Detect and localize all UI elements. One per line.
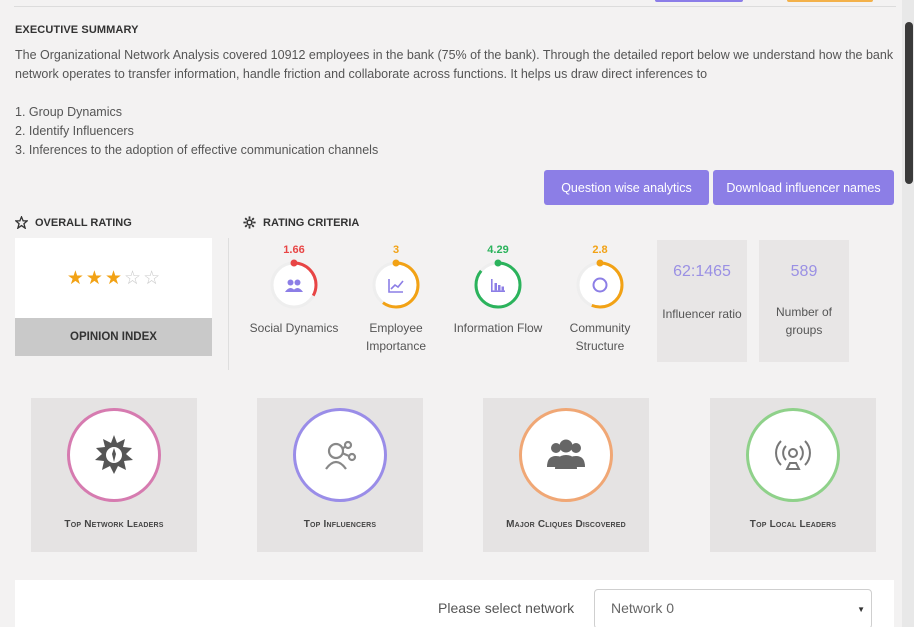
scrollbar-thumb[interactable] xyxy=(905,22,913,184)
card-label: Major Cliques Discovered xyxy=(506,519,626,530)
overall-rating-heading: OVERALL RATING xyxy=(15,216,132,229)
criteria-value: 2.8 xyxy=(592,244,608,256)
influencer-ratio-stat: 62:1465 Influencer ratio xyxy=(657,240,747,362)
badge-icon xyxy=(95,435,133,474)
top-button-edge-orange[interactable] xyxy=(787,0,873,2)
download-influencer-names-button[interactable]: Download influencer names xyxy=(713,170,894,205)
criteria-community-structure[interactable]: 2.8 Community Structure xyxy=(548,243,652,355)
card-icon-circle xyxy=(67,408,161,502)
executive-summary-list: 1. Group Dynamics 2. Identify Influencer… xyxy=(15,103,378,160)
network-select-value: Network 0 xyxy=(611,600,675,616)
influencer-icon xyxy=(325,440,357,470)
overall-rating-title: OVERALL RATING xyxy=(35,216,132,229)
criteria-gauge xyxy=(472,259,524,311)
card-label: Top Influencers xyxy=(303,519,377,530)
criteria-employee-importance[interactable]: 3 Employee Importance xyxy=(344,243,448,355)
criteria-label: Employee Importance xyxy=(365,321,427,353)
network-select-label: Please select network xyxy=(438,600,575,616)
card-icon-circle xyxy=(293,408,387,502)
criteria-value: 4.29 xyxy=(487,244,509,256)
section-divider xyxy=(228,238,229,370)
star-empty-icon: ☆ xyxy=(124,267,142,289)
card-major-cliques[interactable]: Major Cliques Discovered xyxy=(483,398,649,552)
rating-criteria-title: RATING CRITERIA xyxy=(263,216,360,229)
card-icon-circle xyxy=(519,408,613,502)
top-button-edge-purple[interactable] xyxy=(655,0,743,2)
executive-summary-text: The Organizational Network Analysis cove… xyxy=(15,48,894,81)
question-wise-analytics-button[interactable]: Question wise analytics xyxy=(544,170,709,205)
criteria-label: Community Structure xyxy=(569,321,631,353)
card-label: Top Network Leaders xyxy=(64,519,164,530)
criteria-value: 1.66 xyxy=(283,244,305,256)
criteria-information-flow[interactable]: 4.29 Information Flow xyxy=(446,243,550,337)
star-filled-icon: ★ xyxy=(66,267,84,289)
caret-down-icon: ▼ xyxy=(857,605,865,614)
criteria-gauge xyxy=(268,259,320,311)
card-top-influencers[interactable]: Top Influencers xyxy=(257,398,423,552)
star-rating: ★ ★ ★ ☆ ☆ xyxy=(15,238,212,318)
group-icon xyxy=(547,439,585,469)
opinion-index-button[interactable]: OPINION INDEX xyxy=(15,318,212,356)
executive-summary-title: EXECUTIVE SUMMARY xyxy=(15,24,139,36)
star-empty-icon: ☆ xyxy=(143,267,161,289)
scrollbar[interactable] xyxy=(902,0,914,627)
criteria-gauge xyxy=(370,259,422,311)
criteria-label: Information Flow xyxy=(453,321,543,335)
stat-value: 62:1465 xyxy=(673,263,731,280)
network-select[interactable]: Network 0 ▼ xyxy=(594,589,872,627)
criteria-gauge xyxy=(574,259,626,311)
stat-label: Influencer ratio xyxy=(662,307,742,321)
broadcast-icon xyxy=(775,440,811,470)
card-icon-circle xyxy=(746,408,840,502)
card-top-local-leaders[interactable]: Top Local Leaders xyxy=(710,398,876,552)
rating-criteria-heading: RATING CRITERIA xyxy=(243,216,359,229)
star-filled-icon: ★ xyxy=(104,267,123,289)
criteria-value: 3 xyxy=(392,244,400,256)
star-badge-icon xyxy=(15,216,28,229)
list-item: 2. Identify Influencers xyxy=(15,124,134,138)
gear-icon xyxy=(243,216,256,229)
star-filled-icon: ★ xyxy=(85,267,103,289)
card-label: Top Local Leaders xyxy=(749,519,837,530)
list-item: 1. Group Dynamics xyxy=(15,105,122,119)
criteria-social-dynamics[interactable]: 1.66 Social Dynamics xyxy=(242,243,346,337)
list-item: 3. Inferences to the adoption of effecti… xyxy=(15,143,379,157)
stat-label: Number of groups xyxy=(775,305,833,337)
card-top-network-leaders[interactable]: Top Network Leaders xyxy=(31,398,197,552)
number-of-groups-stat: 589 Number of groups xyxy=(759,240,849,362)
stat-value: 589 xyxy=(790,263,818,280)
criteria-label: Social Dynamics xyxy=(249,321,339,335)
top-divider xyxy=(14,6,896,7)
